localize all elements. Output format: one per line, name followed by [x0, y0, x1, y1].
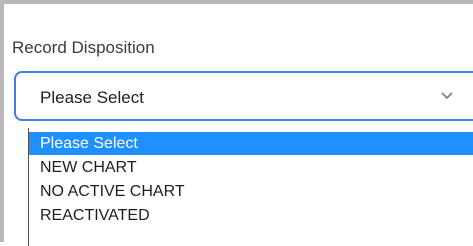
selected-value: Please Select	[40, 88, 144, 107]
record-disposition-label: Record Disposition	[12, 38, 155, 57]
record-disposition-select[interactable]: Please Select	[14, 71, 473, 121]
chevron-down-icon[interactable]	[440, 90, 454, 100]
record-disposition-options: Please Select NEW CHART NO ACTIVE CHART …	[28, 128, 473, 246]
option-new-chart[interactable]: NEW CHART	[29, 156, 473, 179]
form-panel: Record Disposition Please Select Please …	[0, 0, 473, 246]
option-no-active-chart[interactable]: NO ACTIVE CHART	[29, 180, 473, 203]
option-reactivated[interactable]: REACTIVATED	[29, 204, 473, 227]
option-please-select[interactable]: Please Select	[29, 132, 473, 155]
